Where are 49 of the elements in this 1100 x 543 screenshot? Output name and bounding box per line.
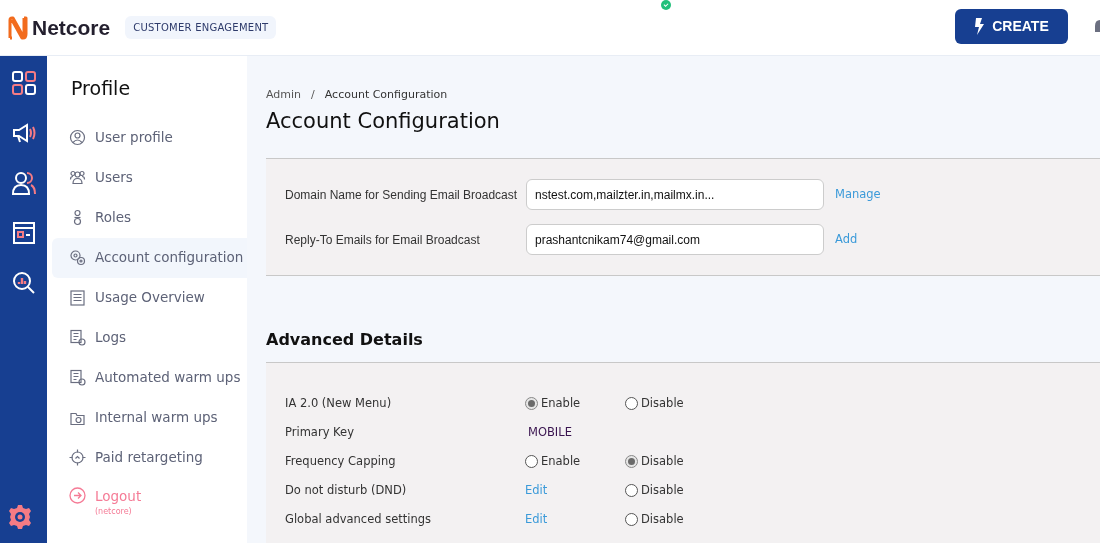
radio-button[interactable] <box>525 397 538 410</box>
clipboard-icon <box>69 289 86 306</box>
page-title: Account Configuration <box>266 107 501 135</box>
sidebar-item[interactable]: Account configuration <box>52 237 247 278</box>
account-name: (netcore) <box>95 505 133 518</box>
search-chart-icon[interactable] <box>11 271 36 295</box>
section-title: Advanced Details <box>266 329 424 351</box>
grid-icon[interactable] <box>11 71 36 95</box>
radio-button[interactable] <box>525 455 538 468</box>
setting-label: Global advanced settings <box>285 510 433 528</box>
setting-label: Primary Key <box>285 423 355 441</box>
radio-option[interactable]: Disable <box>625 481 684 500</box>
document-clock-icon <box>69 329 86 346</box>
lightning-icon <box>974 18 985 35</box>
product-badge: CUSTOMER ENGAGEMENT <box>125 16 277 39</box>
radio-button[interactable] <box>625 455 638 468</box>
breadcrumb-separator: / <box>311 87 315 103</box>
setting-label: IA 2.0 (New Menu) <box>285 394 393 412</box>
radio-option[interactable]: Disable <box>625 394 684 413</box>
user-icon <box>69 129 86 146</box>
gears-icon <box>69 249 86 266</box>
people-icon[interactable] <box>11 171 36 195</box>
breadcrumb-current: Account Configuration <box>324 87 448 103</box>
users-icon <box>69 169 86 186</box>
radio-option[interactable]: Enable <box>525 452 581 471</box>
logo-icon <box>7 15 29 40</box>
radio-button[interactable] <box>625 513 638 526</box>
radio-option[interactable]: Disable <box>625 510 684 529</box>
breadcrumb-link[interactable]: Admin <box>266 87 302 104</box>
input-field[interactable]: nstest.com,mailzter.in,mailmx.in... <box>526 179 824 210</box>
target-icon <box>69 449 86 466</box>
radio-option[interactable]: Disable <box>625 452 684 471</box>
radio-button[interactable] <box>625 484 638 497</box>
window-icon[interactable] <box>12 222 35 244</box>
sidebar-title: Profile <box>70 76 132 101</box>
radio-button[interactable] <box>625 397 638 410</box>
document-clock-icon <box>69 369 86 386</box>
setting-label: Frequency Capping <box>285 452 397 470</box>
field-label: Reply-To Emails for Email Broadcast <box>285 231 481 249</box>
setting-value: MOBILE <box>527 423 572 441</box>
setting-label: Do not disturb (DND) <box>285 481 408 499</box>
logo-text: Netcore <box>32 14 111 41</box>
radio-option[interactable]: Enable <box>525 394 581 413</box>
logout-icon <box>69 486 86 504</box>
settings-icon[interactable] <box>8 505 32 529</box>
create-button[interactable]: CREATE <box>955 9 1068 44</box>
field-label: Domain Name for Sending Email Broadcast <box>285 186 519 204</box>
megaphone-icon[interactable] <box>11 122 36 144</box>
input-field[interactable]: prashantcnikam74@gmail.com <box>526 224 824 255</box>
